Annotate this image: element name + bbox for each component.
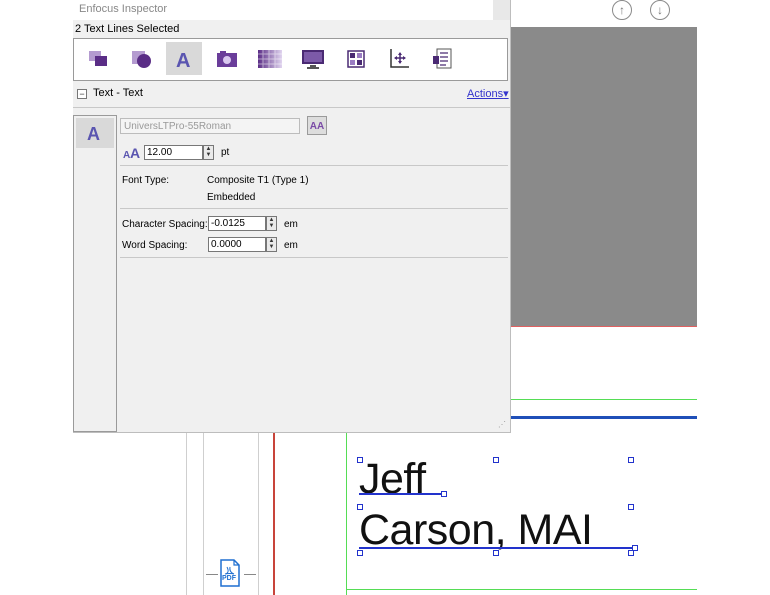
inspector-titlebar[interactable]: Enfocus Inspector <box>73 0 510 20</box>
svg-text:A: A <box>87 124 100 143</box>
word-spacing-unit: em <box>284 240 298 251</box>
char-spacing-input[interactable]: -0.0125 <box>208 216 266 231</box>
font-replace-button[interactable]: AA <box>307 116 327 135</box>
font-embedding-status: Embedded <box>207 192 256 203</box>
divider <box>120 165 508 166</box>
divider <box>120 257 508 258</box>
collapse-icon[interactable]: − <box>77 89 87 99</box>
text-line-2[interactable]: Carson, MAI <box>359 509 593 552</box>
inspector-toolbar: A <box>73 38 508 81</box>
selection-handle[interactable] <box>628 457 634 463</box>
pattern-icon[interactable] <box>252 42 288 75</box>
selection-handle[interactable] <box>357 457 363 463</box>
section-title: Text - Text <box>93 87 143 99</box>
image-icon[interactable] <box>209 42 245 75</box>
selection-handle[interactable] <box>628 504 634 510</box>
pdf-file-icon[interactable]: PDF <box>219 559 241 587</box>
font-type-value: Composite T1 (Type 1) <box>207 175 309 186</box>
font-name-field[interactable]: UniversLTPro-55Roman <box>120 118 300 134</box>
divider <box>73 107 510 108</box>
text-baseline-1 <box>359 493 445 495</box>
text-icon[interactable]: A <box>166 42 202 75</box>
char-spacing-stepper[interactable]: ▲ ▼ <box>266 216 277 231</box>
font-type-label: Font Type: <box>122 175 170 186</box>
connector-line <box>244 574 256 575</box>
shape-icon[interactable] <box>123 42 159 75</box>
close-button[interactable] <box>493 0 510 20</box>
text-category-icon[interactable]: A <box>76 118 114 148</box>
ruler-guide <box>203 430 204 595</box>
ruler-guide <box>186 430 187 595</box>
inspector-title: Enfocus Inspector <box>79 3 168 15</box>
connector-line <box>206 574 218 575</box>
selection-handle[interactable] <box>493 550 499 556</box>
svg-text:A: A <box>176 50 190 70</box>
margin-guide-vertical <box>346 430 347 595</box>
char-spacing-label: Character Spacing: <box>122 219 208 230</box>
selection-handle[interactable] <box>632 545 638 551</box>
category-sidebar: A <box>73 115 117 432</box>
svg-text:A: A <box>130 145 140 161</box>
selection-handle[interactable] <box>357 504 363 510</box>
pdf-badge-label: PDF <box>222 575 236 582</box>
section-header[interactable]: − Text - Text Actions▾ <box>73 86 510 102</box>
actions-label: Actions <box>467 88 504 100</box>
font-size-icon: AA <box>123 145 141 166</box>
resize-grip[interactable]: ⋰ <box>498 420 506 429</box>
divider <box>120 208 508 209</box>
monitor-icon[interactable] <box>295 42 331 75</box>
object-icon[interactable] <box>80 42 116 75</box>
font-size-input[interactable]: 12.00 <box>144 145 203 160</box>
page-border-guide <box>510 416 697 419</box>
margin-guide <box>510 399 697 400</box>
selection-handle[interactable] <box>441 491 447 497</box>
text-baseline-2 <box>359 547 636 549</box>
margin-guide-bottom <box>346 589 697 590</box>
layout-icon[interactable] <box>338 42 374 75</box>
scroll-down-icon[interactable]: ↓ <box>650 0 670 20</box>
word-spacing-stepper[interactable]: ▲ ▼ <box>266 237 277 252</box>
inspector-panel: Enfocus Inspector 2 Text Lines Selected … <box>73 0 511 433</box>
font-size-unit: pt <box>221 147 230 158</box>
ruler-guide <box>258 430 259 595</box>
actions-menu[interactable]: Actions▾ <box>467 87 509 100</box>
font-size-stepper[interactable]: ▲ ▼ <box>203 145 214 160</box>
word-spacing-label: Word Spacing: <box>122 240 188 251</box>
selection-handle[interactable] <box>493 457 499 463</box>
scroll-up-icon[interactable]: ↑ <box>612 0 632 20</box>
bleed-guide <box>510 326 697 327</box>
selection-handle[interactable] <box>357 550 363 556</box>
position-icon[interactable] <box>381 42 417 75</box>
page-preview-area <box>510 27 697 327</box>
properties-icon[interactable] <box>424 42 460 75</box>
word-spacing-input[interactable]: 0.0000 <box>208 237 266 252</box>
char-spacing-unit: em <box>284 219 298 230</box>
bleed-guide-vertical <box>273 430 275 595</box>
selection-status: 2 Text Lines Selected <box>75 23 180 35</box>
